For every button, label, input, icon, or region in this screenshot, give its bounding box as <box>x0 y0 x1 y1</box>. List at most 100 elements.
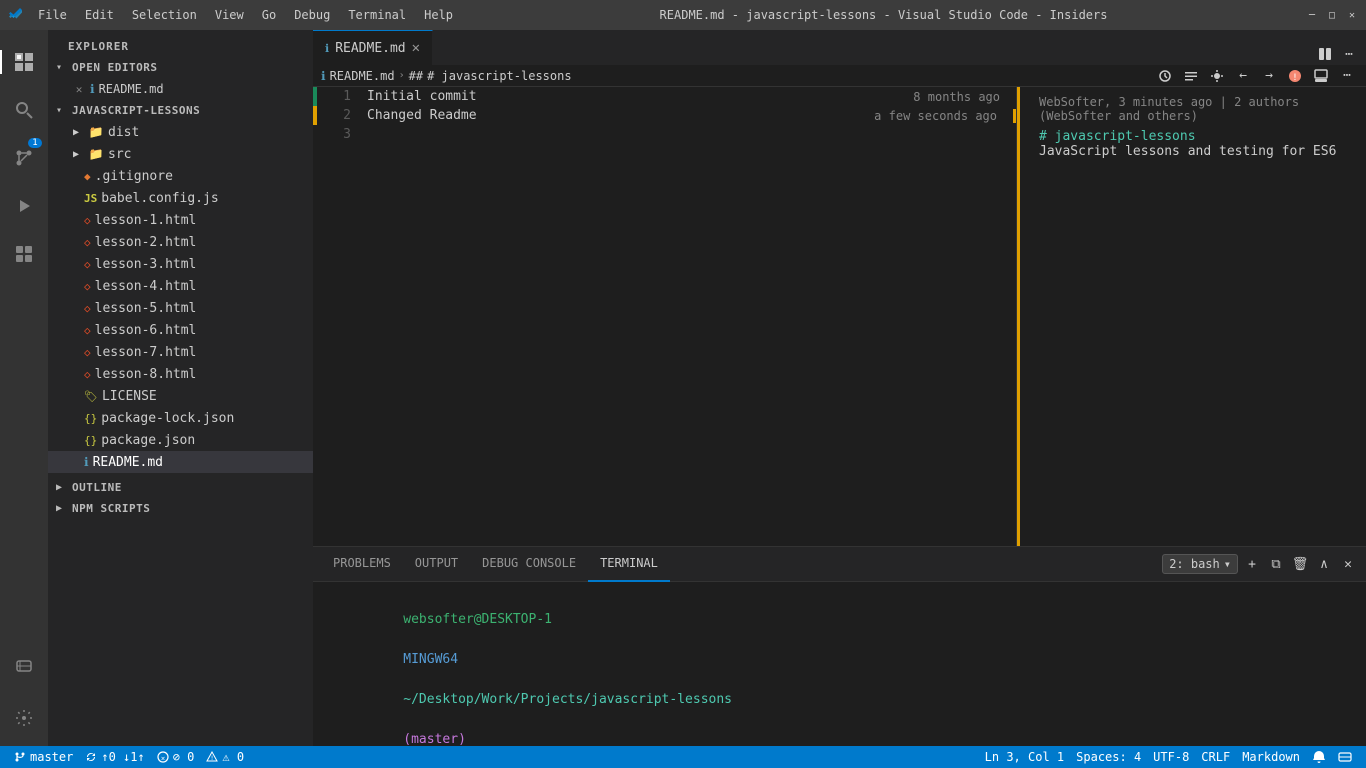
menu-help[interactable]: Help <box>416 6 461 24</box>
terminal-selector-chevron: ▾ <box>1224 557 1231 571</box>
file-lesson-3[interactable]: ◇ lesson-3.html <box>48 253 313 275</box>
terminal-prompt-line: websofter@DESKTOP-1 MINGW64 ~/Desktop/Wo… <box>325 590 1354 746</box>
menu-edit[interactable]: Edit <box>77 6 122 24</box>
sync-icon <box>85 751 97 763</box>
activity-extensions[interactable] <box>0 230 48 278</box>
activity-source-control[interactable]: 1 <box>0 134 48 182</box>
status-errors[interactable]: ✕ ⊘ 0 <box>151 746 201 768</box>
breadcrumb: ℹ README.md › ## # javascript-lessons <box>321 69 572 83</box>
npm-scripts-header[interactable]: ▶ NPM SCRIPTS <box>48 498 313 519</box>
maximize-panel-button[interactable]: ∧ <box>1314 554 1334 574</box>
dist-label: dist <box>108 125 139 140</box>
status-sync[interactable]: ↑0 ↓1↑ <box>79 746 150 768</box>
panel-tab-output[interactable]: OUTPUT <box>403 547 470 582</box>
svg-text:!: ! <box>1292 73 1297 83</box>
activity-settings[interactable] <box>0 694 48 742</box>
status-notification[interactable] <box>1306 746 1332 768</box>
file-lesson-4[interactable]: ◇ lesson-4.html <box>48 275 313 297</box>
status-warnings[interactable]: ! ⚠ 0 <box>200 746 250 768</box>
toggle-panel-button[interactable] <box>1310 65 1332 87</box>
open-editors-header[interactable]: ▾ OPEN EDITORS <box>48 57 313 78</box>
error-badge[interactable]: ! <box>1284 65 1306 87</box>
terminal-selector[interactable]: 2: bash ▾ <box>1162 554 1238 574</box>
file-readme[interactable]: ℹ README.md <box>48 451 313 473</box>
readme-label: README.md <box>93 455 163 470</box>
folder-src[interactable]: ▶ 📁 src <box>48 143 313 165</box>
language-label: Markdown <box>1242 750 1300 764</box>
close-editor-icon[interactable]: ✕ <box>72 83 86 96</box>
status-position[interactable]: Ln 3, Col 1 <box>979 746 1070 768</box>
line-gutter: 1 2 3 <box>313 87 363 546</box>
file-gitignore[interactable]: ◆ .gitignore <box>48 165 313 187</box>
new-terminal-button[interactable]: + <box>1242 554 1262 574</box>
file-lesson-5[interactable]: ◇ lesson-5.html <box>48 297 313 319</box>
activity-explorer[interactable] <box>0 38 48 86</box>
close-panel-button[interactable]: ✕ <box>1338 554 1358 574</box>
folder-icon: 📁 <box>88 124 104 140</box>
tab-readme-close[interactable]: ✕ <box>412 41 420 55</box>
menu-view[interactable]: View <box>207 6 252 24</box>
tab-bar: ℹ README.md ✕ ⋯ <box>313 30 1366 65</box>
file-lesson-6[interactable]: ◇ lesson-6.html <box>48 319 313 341</box>
file-babel-config[interactable]: JS babel.config.js <box>48 187 313 209</box>
maximize-button[interactable]: □ <box>1326 9 1338 21</box>
panel-tab-terminal[interactable]: TERMINAL <box>588 547 670 582</box>
file-lesson-1[interactable]: ◇ lesson-1.html <box>48 209 313 231</box>
folder-dist[interactable]: ▶ 📁 dist <box>48 121 313 143</box>
outline-header[interactable]: ▶ OUTLINE <box>48 477 313 498</box>
open-editor-readme[interactable]: ✕ ℹ README.md <box>48 78 313 100</box>
split-editor-button[interactable] <box>1314 43 1336 65</box>
navigate-forward-button[interactable]: → <box>1258 65 1280 87</box>
menu-selection[interactable]: Selection <box>124 6 205 24</box>
split-terminal-button[interactable]: ⧉ <box>1266 554 1286 574</box>
menu-bar: File Edit Selection View Go Debug Termin… <box>30 6 461 24</box>
activity-debug[interactable] <box>0 182 48 230</box>
line-num-2: 2 <box>317 108 363 123</box>
tab-readme[interactable]: ℹ README.md ✕ <box>313 30 433 65</box>
branch-icon <box>14 751 26 763</box>
file-license[interactable]: 🏷 LICENSE <box>48 385 313 407</box>
navigate-back-button[interactable]: ← <box>1232 65 1254 87</box>
file-lesson-2[interactable]: ◇ lesson-2.html <box>48 231 313 253</box>
file-lesson-7[interactable]: ◇ lesson-7.html <box>48 341 313 363</box>
editor-content: 1 2 3 <box>313 87 1016 546</box>
lesson-2-label: lesson-2.html <box>95 235 197 250</box>
file-lesson-8[interactable]: ◇ lesson-8.html <box>48 363 313 385</box>
html-icon-6: ◇ <box>84 324 91 337</box>
open-changes-button[interactable] <box>1154 65 1176 87</box>
toggle-blame-button[interactable] <box>1180 65 1202 87</box>
project-header[interactable]: ▾ JAVASCRIPT-LESSONS <box>48 100 313 121</box>
status-encoding[interactable]: UTF-8 <box>1147 746 1195 768</box>
menu-debug[interactable]: Debug <box>286 6 338 24</box>
menu-file[interactable]: File <box>30 6 75 24</box>
more-actions-button[interactable]: ⋯ <box>1338 43 1360 65</box>
menu-terminal[interactable]: Terminal <box>340 6 414 24</box>
kill-terminal-button[interactable]: 🗑 <box>1290 554 1310 574</box>
show-heatmap-button[interactable] <box>1206 65 1228 87</box>
package-json-label: package.json <box>101 433 195 448</box>
activity-remote[interactable] <box>0 642 48 690</box>
breadcrumb-hash-icon: ## <box>409 69 423 83</box>
status-remote-indicator[interactable] <box>1332 746 1358 768</box>
breadcrumb-section[interactable]: # javascript-lessons <box>427 69 572 83</box>
code-text-2: Changed Readme <box>367 108 527 123</box>
file-package-lock[interactable]: {} package-lock.json <box>48 407 313 429</box>
status-spaces[interactable]: Spaces: 4 <box>1070 746 1147 768</box>
file-package-json[interactable]: {} package.json <box>48 429 313 451</box>
status-line-ending[interactable]: CRLF <box>1195 746 1236 768</box>
more-editor-actions[interactable]: ⋯ <box>1336 65 1358 87</box>
activity-search[interactable] <box>0 86 48 134</box>
close-button[interactable]: ✕ <box>1346 9 1358 21</box>
status-branch[interactable]: master <box>8 746 79 768</box>
breadcrumb-file[interactable]: README.md <box>330 69 395 83</box>
code-editor[interactable]: 1 2 3 <box>313 87 1016 546</box>
status-language[interactable]: Markdown <box>1236 746 1306 768</box>
terminal-content[interactable]: websofter@DESKTOP-1 MINGW64 ~/Desktop/Wo… <box>313 582 1366 746</box>
panel-tab-problems[interactable]: PROBLEMS <box>321 547 403 582</box>
panel-tab-debug-console[interactable]: DEBUG CONSOLE <box>470 547 588 582</box>
title-bar-left: File Edit Selection View Go Debug Termin… <box>8 6 461 24</box>
menu-go[interactable]: Go <box>254 6 284 24</box>
html-icon-7: ◇ <box>84 346 91 359</box>
minimize-button[interactable]: ─ <box>1306 9 1318 21</box>
content-area: ℹ README.md ✕ ⋯ ℹ README.md › ## # javas… <box>313 30 1366 746</box>
